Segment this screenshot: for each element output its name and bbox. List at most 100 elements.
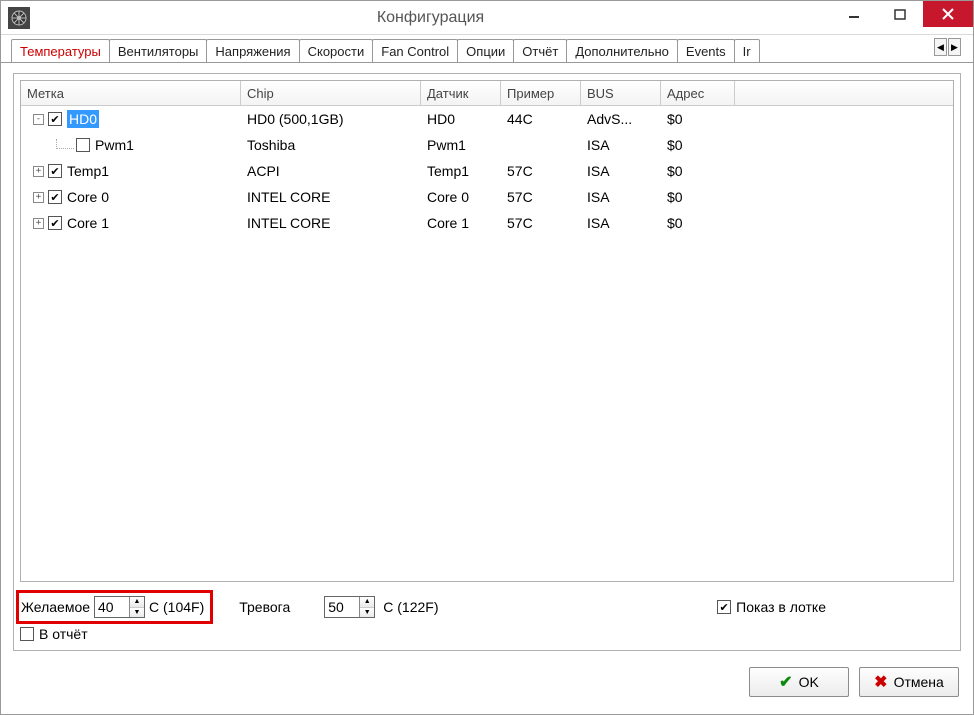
desired-input[interactable] [95, 597, 129, 617]
in-report-label: В отчёт [39, 626, 88, 642]
table-row[interactable]: +Temp1ACPITemp157CISA$0 [21, 158, 953, 184]
title-bar: Конфигурация [1, 1, 973, 35]
col-header-rest [735, 81, 953, 105]
cell-sample: 57C [501, 163, 581, 179]
app-icon [8, 7, 30, 29]
col-header-sensor[interactable]: Датчик [421, 81, 501, 105]
tab-scroll-right[interactable]: ▶ [948, 38, 961, 56]
cancel-label: Отмена [894, 674, 944, 690]
alarm-up[interactable]: ▲ [360, 597, 374, 607]
tray-checkbox[interactable] [717, 600, 731, 614]
cell-sensor: Temp1 [421, 163, 501, 179]
cell-label: Pwm1 [21, 137, 241, 153]
tray-label: Показ в лотке [736, 599, 826, 615]
cell-bus: ISA [581, 215, 661, 231]
x-icon: ✖ [874, 672, 887, 692]
in-report-checkbox[interactable] [20, 627, 34, 641]
col-header-sample[interactable]: Пример [501, 81, 581, 105]
tab-7[interactable]: Дополнительно [566, 39, 678, 62]
cell-sample: 57C [501, 215, 581, 231]
row-checkbox[interactable] [48, 112, 62, 126]
cell-bus: ISA [581, 137, 661, 153]
tab-4[interactable]: Fan Control [372, 39, 458, 62]
cell-bus: AdvS... [581, 111, 661, 127]
desired-down[interactable]: ▼ [130, 607, 144, 618]
cell-sample: 57C [501, 189, 581, 205]
row-label: Temp1 [67, 163, 109, 179]
ok-button[interactable]: ✔ OK [749, 667, 849, 697]
minimize-button[interactable] [831, 1, 877, 27]
table-row[interactable]: +Core 1INTEL CORECore 157CISA$0 [21, 210, 953, 236]
window-controls [831, 1, 973, 34]
desired-highlight-box: Желаемое ▲ ▼ C (104F) [16, 590, 213, 624]
close-button[interactable] [923, 1, 973, 27]
tab-5[interactable]: Опции [457, 39, 514, 62]
desired-up[interactable]: ▲ [130, 597, 144, 607]
cancel-button[interactable]: ✖ Отмена [859, 667, 959, 697]
alarm-spinner[interactable]: ▲ ▼ [324, 596, 375, 618]
desired-label: Желаемое [21, 599, 90, 615]
expand-icon[interactable]: + [33, 218, 44, 229]
alarm-down[interactable]: ▼ [360, 607, 374, 618]
table-row[interactable]: +Core 0INTEL CORECore 057CISA$0 [21, 184, 953, 210]
col-header-bus[interactable]: BUS [581, 81, 661, 105]
cell-addr: $0 [661, 111, 735, 127]
col-header-addr[interactable]: Адрес [661, 81, 735, 105]
row-label: Core 1 [67, 215, 109, 231]
sensor-grid: Метка Chip Датчик Пример BUS Адрес -HD0H… [20, 80, 954, 582]
window-title: Конфигурация [30, 9, 831, 27]
expand-icon[interactable]: + [33, 192, 44, 203]
row-label: Pwm1 [95, 137, 134, 153]
cell-sensor: Core 0 [421, 189, 501, 205]
desired-suffix: C (104F) [149, 599, 204, 615]
collapse-icon[interactable]: - [33, 114, 44, 125]
tab-scroll-left[interactable]: ◀ [934, 38, 947, 56]
cell-addr: $0 [661, 137, 735, 153]
cell-chip: Toshiba [241, 137, 421, 153]
cell-sensor: HD0 [421, 111, 501, 127]
cell-chip: ACPI [241, 163, 421, 179]
cell-sample: 44C [501, 111, 581, 127]
row-label: HD0 [67, 110, 99, 128]
table-row[interactable]: Pwm1ToshibaPwm1ISA$0 [21, 132, 953, 158]
cell-addr: $0 [661, 189, 735, 205]
col-header-chip[interactable]: Chip [241, 81, 421, 105]
desired-spinner[interactable]: ▲ ▼ [94, 596, 145, 618]
cell-chip: INTEL CORE [241, 215, 421, 231]
cell-bus: ISA [581, 163, 661, 179]
tab-2[interactable]: Напряжения [206, 39, 299, 62]
tab-strip: ТемпературыВентиляторыНапряженияСкорости… [1, 35, 973, 63]
cell-sensor: Core 1 [421, 215, 501, 231]
cell-label: - HD0 [21, 110, 241, 128]
alarm-input[interactable] [325, 597, 359, 617]
row-checkbox[interactable] [76, 138, 90, 152]
ok-label: OK [799, 674, 819, 690]
table-row[interactable]: -HD0HD0 (500,1GB)HD044CAdvS...$0 [21, 106, 953, 132]
cell-addr: $0 [661, 163, 735, 179]
cell-sensor: Pwm1 [421, 137, 501, 153]
alarm-suffix: C (122F) [383, 599, 438, 615]
expand-icon[interactable]: + [33, 166, 44, 177]
tab-3[interactable]: Скорости [299, 39, 374, 62]
tab-6[interactable]: Отчёт [513, 39, 567, 62]
row-label: Core 0 [67, 189, 109, 205]
tab-9[interactable]: Ir [734, 39, 760, 62]
row-checkbox[interactable] [48, 190, 62, 204]
row-checkbox[interactable] [48, 216, 62, 230]
cell-chip: INTEL CORE [241, 189, 421, 205]
bottom-controls: Желаемое ▲ ▼ C (104F) Тревога ▲ [14, 588, 960, 650]
cell-label: + Temp1 [21, 163, 241, 179]
check-icon: ✔ [779, 672, 792, 692]
alarm-label: Тревога [239, 599, 290, 615]
tab-8[interactable]: Events [677, 39, 735, 62]
cell-addr: $0 [661, 215, 735, 231]
tab-1[interactable]: Вентиляторы [109, 39, 208, 62]
tab-0[interactable]: Температуры [11, 39, 110, 62]
cell-chip: HD0 (500,1GB) [241, 111, 421, 127]
col-header-label[interactable]: Метка [21, 81, 241, 105]
maximize-button[interactable] [877, 1, 923, 27]
row-checkbox[interactable] [48, 164, 62, 178]
temperatures-panel: Метка Chip Датчик Пример BUS Адрес -HD0H… [13, 73, 961, 651]
cell-label: + Core 1 [21, 215, 241, 231]
cell-label: + Core 0 [21, 189, 241, 205]
